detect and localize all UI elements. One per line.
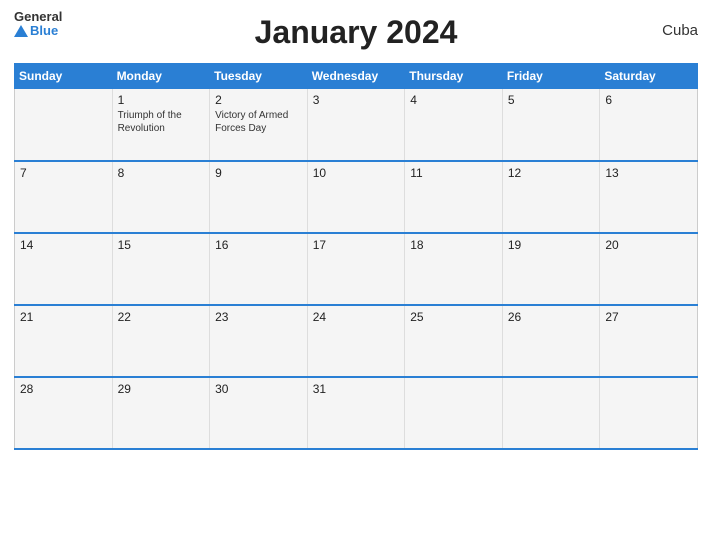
calendar-cell: 9 <box>210 161 308 233</box>
day-number: 10 <box>313 166 400 180</box>
calendar-cell <box>15 89 113 161</box>
calendar-cell: 17 <box>307 233 405 305</box>
days-header-row: Sunday Monday Tuesday Wednesday Thursday… <box>15 64 698 89</box>
calendar-cell: 3 <box>307 89 405 161</box>
calendar-cell: 30 <box>210 377 308 449</box>
calendar-cell: 5 <box>502 89 600 161</box>
day-number: 11 <box>410 166 497 180</box>
day-number: 8 <box>118 166 205 180</box>
header-thursday: Thursday <box>405 64 503 89</box>
day-number: 2 <box>215 93 302 107</box>
calendar-cell: 2 Victory of Armed Forces Day <box>210 89 308 161</box>
calendar-cell: 29 <box>112 377 210 449</box>
country-label: Cuba <box>662 22 698 39</box>
calendar-cell: 28 <box>15 377 113 449</box>
calendar-cell: 12 <box>502 161 600 233</box>
day-number: 15 <box>118 238 205 252</box>
calendar-cell: 7 <box>15 161 113 233</box>
calendar-page: General Blue January 2024 Cuba Sunday Mo… <box>0 0 712 550</box>
calendar-cell: 10 <box>307 161 405 233</box>
calendar-cell: 19 <box>502 233 600 305</box>
day-number: 24 <box>313 310 400 324</box>
day-number: 28 <box>20 382 107 396</box>
day-number: 7 <box>20 166 107 180</box>
day-number: 17 <box>313 238 400 252</box>
calendar-cell: 15 <box>112 233 210 305</box>
calendar-week-row: 21 22 23 24 25 26 27 <box>15 305 698 377</box>
event-label: Victory of Armed Forces Day <box>215 110 288 134</box>
day-number: 22 <box>118 310 205 324</box>
calendar-cell: 23 <box>210 305 308 377</box>
calendar-cell <box>600 377 698 449</box>
event-label: Triumph of the Revolution <box>118 110 182 134</box>
day-number: 16 <box>215 238 302 252</box>
calendar-cell: 13 <box>600 161 698 233</box>
calendar-week-row: 789 10 11 12 13 <box>15 161 698 233</box>
calendar-week-row: 1 Triumph of the Revolution 2 Victory of Ar… <box>15 89 698 161</box>
calendar-cell: 31 <box>307 377 405 449</box>
day-number: 21 <box>20 310 107 324</box>
calendar-title: January 2024 <box>255 14 458 51</box>
calendar-cell: 6 <box>600 89 698 161</box>
day-number: 6 <box>605 93 692 107</box>
day-number: 25 <box>410 310 497 324</box>
calendar-cell <box>502 377 600 449</box>
day-number: 4 <box>410 93 497 107</box>
header-monday: Monday <box>112 64 210 89</box>
day-number: 31 <box>313 382 400 396</box>
logo-general-text: General <box>14 10 62 24</box>
header-wednesday: Wednesday <box>307 64 405 89</box>
calendar-cell: 18 <box>405 233 503 305</box>
calendar-cell: 4 <box>405 89 503 161</box>
calendar-header: General Blue January 2024 Cuba <box>14 10 698 55</box>
day-number: 26 <box>508 310 595 324</box>
logo-blue-text: Blue <box>14 24 62 38</box>
day-number: 20 <box>605 238 692 252</box>
calendar-cell: 11 <box>405 161 503 233</box>
calendar-week-row: 14 15 16 17 18 19 20 <box>15 233 698 305</box>
calendar-table: Sunday Monday Tuesday Wednesday Thursday… <box>14 63 698 450</box>
calendar-cell: 1 Triumph of the Revolution <box>112 89 210 161</box>
logo: General Blue <box>14 10 62 39</box>
logo-triangle-icon <box>14 25 28 37</box>
calendar-cell: 22 <box>112 305 210 377</box>
day-number: 19 <box>508 238 595 252</box>
calendar-week-row: 28 29 30 31 <box>15 377 698 449</box>
day-number: 27 <box>605 310 692 324</box>
calendar-cell: 21 <box>15 305 113 377</box>
calendar-cell: 8 <box>112 161 210 233</box>
calendar-cell <box>405 377 503 449</box>
header-saturday: Saturday <box>600 64 698 89</box>
day-number: 5 <box>508 93 595 107</box>
calendar-cell: 26 <box>502 305 600 377</box>
header-tuesday: Tuesday <box>210 64 308 89</box>
day-number: 3 <box>313 93 400 107</box>
day-number: 29 <box>118 382 205 396</box>
day-number: 14 <box>20 238 107 252</box>
day-number: 12 <box>508 166 595 180</box>
calendar-cell: 14 <box>15 233 113 305</box>
header-friday: Friday <box>502 64 600 89</box>
calendar-cell: 24 <box>307 305 405 377</box>
calendar-cell: 27 <box>600 305 698 377</box>
day-number: 23 <box>215 310 302 324</box>
day-number: 1 <box>118 93 205 107</box>
calendar-cell: 25 <box>405 305 503 377</box>
day-number: 30 <box>215 382 302 396</box>
day-number: 9 <box>215 166 302 180</box>
day-number: 18 <box>410 238 497 252</box>
day-number: 13 <box>605 166 692 180</box>
calendar-cell: 20 <box>600 233 698 305</box>
calendar-cell: 16 <box>210 233 308 305</box>
header-sunday: Sunday <box>15 64 113 89</box>
